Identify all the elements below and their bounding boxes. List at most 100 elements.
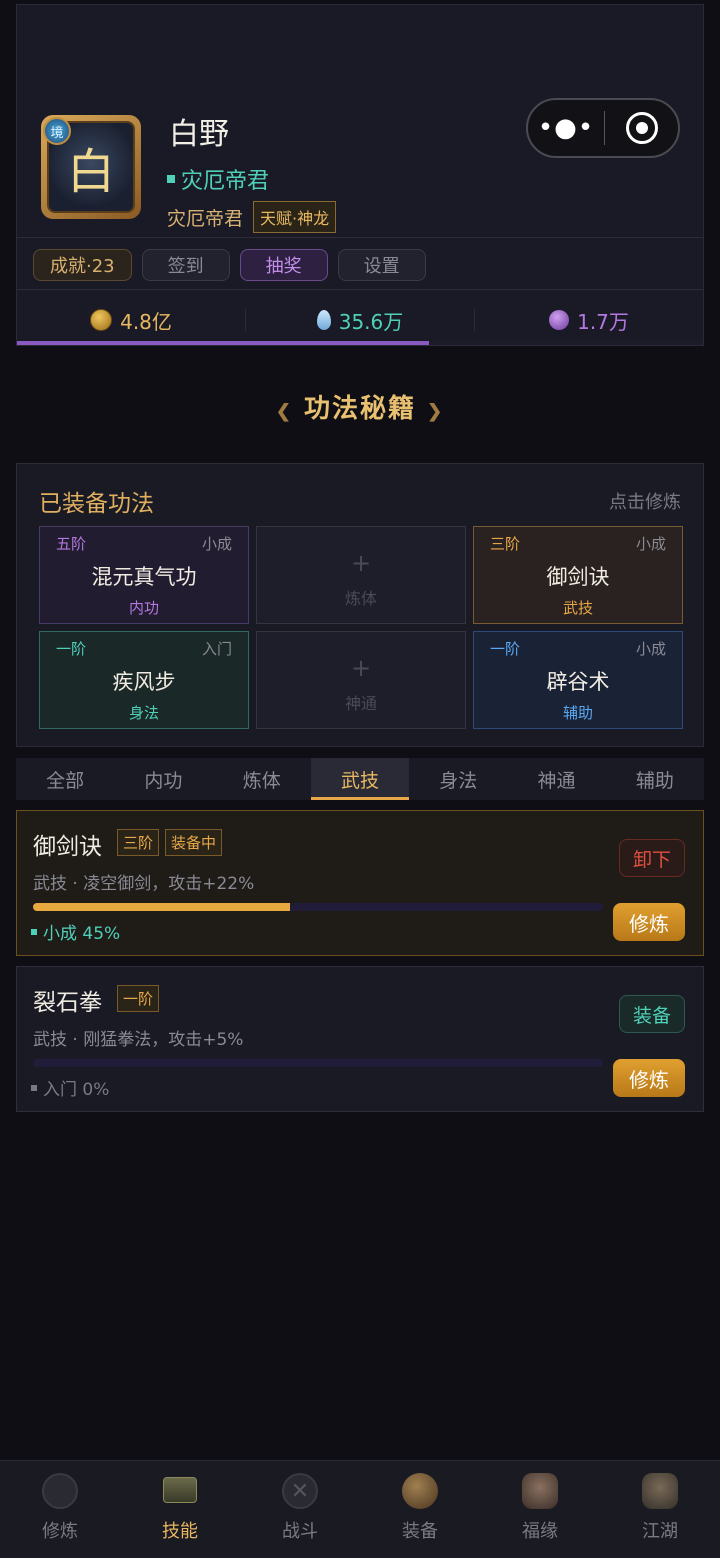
avatar-character: 白 [66, 144, 115, 200]
level-dot-icon [31, 928, 37, 935]
skill-level: 小成 45% [31, 919, 120, 944]
player-subline: 灾厄帝君 天赋·神龙 [167, 201, 337, 233]
slot-skill-type: 内功 [128, 599, 159, 617]
skill-description: 武技 · 凌空御剑，攻击+22% [33, 874, 255, 894]
slot-tier: 一阶 [490, 640, 521, 658]
equip-slot-wuji[interactable]: 三阶 小成 御剑诀 武技 [473, 526, 683, 624]
nav-meditate[interactable]: 修炼 [0, 1461, 120, 1558]
slot-empty-label: 神通 [344, 694, 377, 713]
avatar[interactable]: 白 境 [41, 115, 141, 219]
tab-shenfa[interactable]: 身法 [409, 758, 507, 800]
plus-icon: + [350, 654, 372, 682]
miniprogram-capsule: •●• [526, 98, 680, 158]
skill-scroll-icon [163, 1477, 197, 1503]
skill-level-text: 入门 0% [43, 1080, 110, 1100]
talent-badge: 天赋·神龙 [253, 201, 337, 233]
target-icon [625, 112, 658, 144]
skill-name: 御剑诀 [33, 834, 102, 860]
player-rank: 灾厄帝君 [167, 207, 244, 230]
tab-all[interactable]: 全部 [16, 758, 114, 800]
header-progress-fill [17, 341, 429, 345]
divider [17, 289, 703, 290]
tier-tag: 一阶 [117, 985, 160, 1012]
equip-slot-fuzhu[interactable]: 一阶 小成 辟谷术 辅助 [473, 631, 683, 729]
skill-card[interactable]: 御剑诀 三阶 装备中 武技 · 凌空御剑，攻击+22% 小成 45% 卸下 修炼 [16, 810, 704, 956]
player-name: 白野 [169, 117, 229, 152]
skill-progress-bar [33, 903, 603, 911]
nav-label: 修炼 [42, 1521, 78, 1542]
equip-slot-neigong[interactable]: 五阶 小成 混元真气功 内功 [39, 526, 249, 624]
meditation-icon [42, 1473, 78, 1509]
nav-skills[interactable]: 技能 [120, 1461, 240, 1558]
nav-label: 战斗 [282, 1521, 318, 1542]
spirit-orb-icon [549, 310, 570, 330]
nav-label: 福缘 [522, 1521, 558, 1542]
equipped-tag: 装备中 [165, 829, 223, 856]
equip-slot-shentong[interactable]: + 神通 [256, 631, 466, 729]
spirit-currency: 1.7万 [475, 306, 703, 335]
nav-equipment[interactable]: 装备 [360, 1461, 480, 1558]
jianghu-icon [642, 1473, 678, 1509]
slot-skill-name: 辟谷术 [546, 670, 610, 694]
jade-value: 35.6万 [338, 309, 404, 334]
slot-stage: 入门 [201, 640, 232, 658]
slot-stage: 小成 [201, 535, 232, 553]
skill-level-text: 小成 45% [43, 924, 121, 944]
slot-tier: 三阶 [490, 535, 521, 553]
bottom-nav: 修炼 技能 ✕ 战斗 装备 福缘 江湖 [0, 1460, 720, 1558]
slot-skill-type: 辅助 [562, 704, 593, 722]
skill-progress-bar [33, 1059, 603, 1067]
realm-badge-icon: 境 [43, 117, 71, 145]
crossed-swords-icon: ✕ [282, 1473, 318, 1509]
nav-fortune[interactable]: 福缘 [480, 1461, 600, 1558]
skill-card[interactable]: 裂石拳 一阶 武技 · 刚猛拳法，攻击+5% 入门 0% 装备 修炼 [16, 966, 704, 1112]
currency-bar: 4.8亿 35.6万 1.7万 [17, 297, 703, 343]
slot-tier: 五阶 [56, 535, 87, 553]
achievement-chip[interactable]: 成就·23 [33, 249, 132, 281]
equip-slot-shenfa[interactable]: 一阶 入门 疾风步 身法 [39, 631, 249, 729]
skill-description: 武技 · 刚猛拳法，攻击+5% [33, 1030, 244, 1050]
slot-stage: 小成 [635, 535, 666, 553]
slot-skill-name: 混元真气功 [91, 565, 197, 589]
header-actions: 成就·23 签到 抽奖 设置 [33, 249, 426, 281]
gold-coin-icon [90, 309, 113, 331]
skill-tags: 一阶 [117, 985, 160, 1012]
slot-skill-type: 武技 [562, 599, 593, 617]
skill-level: 入门 0% [31, 1075, 109, 1100]
slot-stage: 小成 [635, 640, 666, 658]
category-tabs: 全部 内功 炼体 武技 身法 神通 辅助 [16, 758, 704, 800]
settings-chip[interactable]: 设置 [337, 249, 426, 281]
plus-icon: + [350, 549, 372, 577]
profile-header: 白 境 白野 灾厄帝君 灾厄帝君 天赋·神龙 成就·23 签到 抽奖 设置 4.… [16, 4, 704, 346]
unequip-button[interactable]: 卸下 [619, 839, 685, 877]
equipped-hint: 点击修炼 [609, 492, 681, 513]
player-title: 灾厄帝君 [167, 163, 269, 195]
ornament-left-icon: ❮ [275, 401, 293, 422]
equipped-title: 已装备功法 [39, 491, 154, 517]
tab-neigong[interactable]: 内功 [114, 758, 212, 800]
gold-value: 4.8亿 [120, 309, 172, 334]
equip-button[interactable]: 装备 [619, 995, 685, 1033]
train-button[interactable]: 修炼 [613, 903, 685, 941]
nav-jianghu[interactable]: 江湖 [600, 1461, 720, 1558]
jade-currency: 35.6万 [246, 306, 474, 335]
nav-battle[interactable]: ✕ 战斗 [240, 1461, 360, 1558]
section-title-text: 功法秘籍 [303, 394, 416, 424]
header-progress [17, 341, 703, 345]
nav-label: 江湖 [642, 1521, 678, 1542]
equip-slot-lianti[interactable]: + 炼体 [256, 526, 466, 624]
tab-wuji[interactable]: 武技 [310, 758, 410, 800]
tab-fuzhu[interactable]: 辅助 [606, 758, 704, 800]
ornament-right-icon: ❯ [427, 401, 445, 422]
lottery-chip[interactable]: 抽奖 [239, 249, 328, 281]
train-button[interactable]: 修炼 [613, 1059, 685, 1097]
more-dots-icon[interactable]: •●• [528, 113, 604, 143]
close-target-button[interactable] [605, 112, 678, 144]
tab-lianti[interactable]: 炼体 [213, 758, 311, 800]
tab-shentong[interactable]: 神通 [507, 758, 605, 800]
slot-skill-name: 御剑诀 [546, 565, 610, 589]
equipment-icon [402, 1473, 438, 1509]
checkin-chip[interactable]: 签到 [141, 249, 230, 281]
fortune-icon [522, 1473, 558, 1509]
jade-drop-icon [316, 310, 331, 330]
